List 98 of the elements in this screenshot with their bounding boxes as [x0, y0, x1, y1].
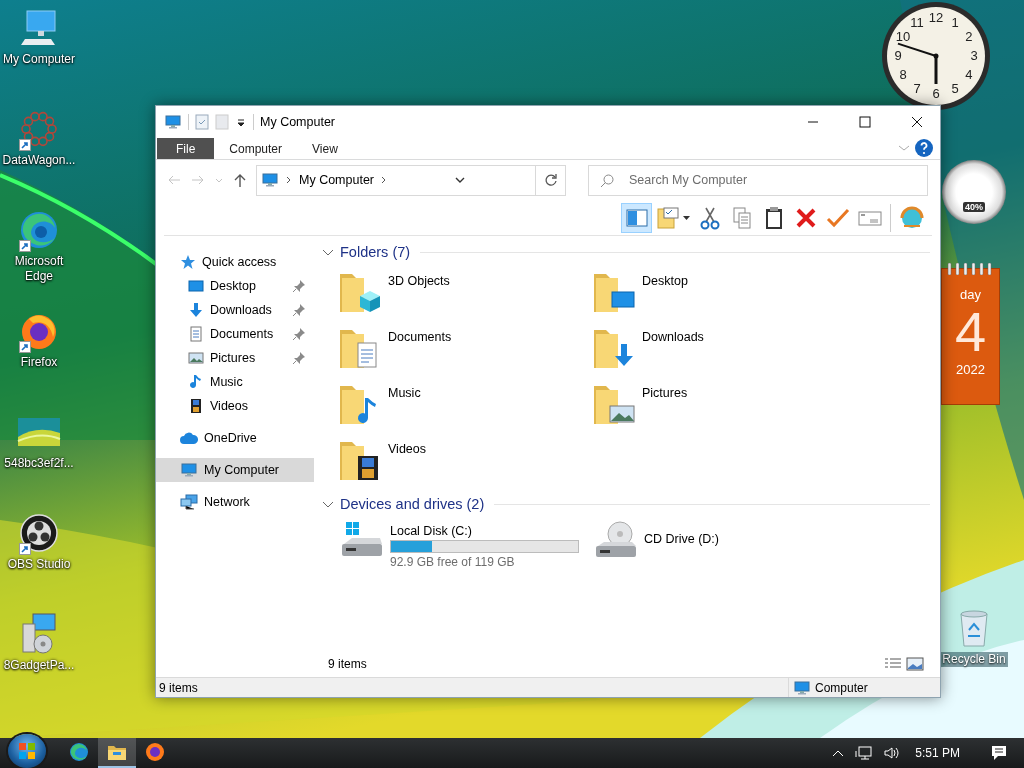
tiles-view-icon	[906, 657, 924, 671]
clock-numeral: 1	[951, 15, 959, 31]
start-button[interactable]	[8, 734, 46, 768]
status-location: Computer	[815, 680, 868, 695]
nav-item[interactable]: My Computer	[156, 458, 314, 482]
item-count: 9 items	[328, 657, 367, 671]
clock-numeral: 10	[895, 29, 911, 44]
desktop-icon-label[interactable]: 548bc3ef2f...	[4, 456, 74, 471]
folder-name[interactable]: Documents	[388, 330, 452, 344]
delete-icon	[794, 206, 817, 229]
browser-icon	[69, 742, 89, 762]
ribbon-tab[interactable]: Computer	[214, 138, 298, 159]
nav-item[interactable]: OneDrive	[156, 426, 314, 450]
cloud-icon	[180, 431, 198, 445]
clock-numeral: 12	[928, 10, 944, 25]
clock-numeral: 6	[932, 86, 940, 101]
desktop-icon-label[interactable]: DataWagon...	[2, 153, 76, 168]
search-icon	[600, 173, 614, 188]
properties-icon[interactable]	[195, 114, 209, 130]
star-icon	[180, 254, 196, 270]
maximize-icon	[859, 116, 871, 128]
address-bar[interactable]: My Computer	[256, 164, 566, 196]
nav-item[interactable]: Quick access	[156, 250, 314, 274]
status-item-count: 9 items	[159, 680, 198, 695]
desktop-icon-label[interactable]: Microsoft Edge	[0, 254, 78, 284]
record-logo-icon	[19, 513, 59, 553]
desktop-icon-label[interactable]: Firefox	[20, 355, 58, 370]
clock-numeral: 3	[970, 48, 978, 63]
clock-numeral: 2	[965, 29, 973, 44]
folder-name[interactable]: Music	[388, 386, 421, 400]
group-title[interactable]: Folders (7)	[340, 244, 411, 260]
calendar-weekday: day	[960, 287, 981, 302]
taskbar-clock[interactable]: 5:51 PM	[915, 746, 960, 760]
folder-name[interactable]: Videos	[388, 442, 426, 456]
clock-numeral: 8	[899, 67, 907, 82]
properties-icon	[656, 205, 680, 230]
folder-icon	[107, 743, 127, 761]
nav-item[interactable]: Videos	[156, 394, 314, 418]
ribbon-tab[interactable]: View	[297, 138, 353, 159]
cpu-reading: 40%	[963, 202, 985, 212]
free-space-text: 92.9 GB free of 119 GB	[390, 555, 516, 569]
network-icon	[180, 494, 198, 510]
clock-numeral: 7	[913, 80, 921, 96]
desktop-icon	[188, 278, 204, 294]
music-note-icon	[188, 374, 204, 390]
ribbon-tab[interactable]: File	[157, 138, 215, 159]
nav-item[interactable]: Documents	[156, 322, 314, 346]
graph-icon	[19, 109, 59, 149]
browser-icon	[145, 742, 165, 762]
speaker-icon	[883, 745, 902, 761]
film-icon	[188, 398, 204, 414]
calendar-year: 2022	[956, 362, 985, 377]
globe-icon	[899, 205, 925, 230]
cut-icon	[699, 205, 720, 230]
picture-icon	[188, 350, 204, 366]
details-view-icon	[884, 657, 902, 671]
nav-item[interactable]: Downloads	[156, 298, 314, 322]
clock-numeral: 9	[894, 48, 902, 63]
message-icon	[990, 744, 1008, 762]
refresh-icon	[543, 173, 558, 187]
folder-name[interactable]: Downloads	[642, 330, 704, 344]
chevron-icon	[285, 174, 293, 186]
network-icon	[855, 745, 874, 761]
nav-item[interactable]: Music	[156, 370, 314, 394]
folder-name[interactable]: Pictures	[642, 386, 688, 400]
clock-numeral: 4	[965, 67, 973, 82]
tiles-view-button[interactable]	[904, 655, 926, 673]
windows-flag-icon	[18, 742, 36, 760]
drive-name[interactable]: Local Disk (C:)	[390, 524, 579, 538]
group-title[interactable]: Devices and drives (2)	[340, 496, 485, 512]
calendar-date: 4	[954, 302, 987, 362]
checkmark-icon	[825, 206, 850, 229]
breadcrumb[interactable]: My Computer	[299, 173, 375, 187]
folder-name[interactable]: 3D Objects	[388, 274, 450, 288]
up-arrow-icon[interactable]	[232, 172, 248, 188]
taskbar-button[interactable]	[98, 738, 136, 768]
caret-icon	[683, 215, 690, 220]
copy-icon	[730, 205, 753, 230]
computer-icon	[164, 114, 182, 130]
computer-icon	[180, 462, 198, 478]
nav-item[interactable]: Network	[156, 490, 314, 514]
clock-numeral: 5	[951, 80, 959, 96]
help-icon[interactable]	[914, 138, 934, 158]
nav-item[interactable]: Desktop	[156, 274, 314, 298]
folder-name[interactable]: Desktop	[642, 274, 688, 288]
search-field[interactable]: Search My Computer	[588, 164, 928, 196]
drive-name[interactable]: CD Drive (D:)	[644, 532, 719, 546]
preview-pane-icon	[625, 207, 648, 228]
clock-numeral: 11	[910, 15, 924, 31]
computer-icon	[793, 679, 811, 696]
document-icon	[188, 326, 204, 342]
computer-icon	[261, 172, 279, 188]
download-icon	[188, 302, 204, 318]
desktop-icon-label[interactable]: My Computer	[3, 52, 75, 67]
close-icon	[911, 116, 923, 128]
window-title: My Computer	[260, 115, 337, 129]
browser-icon	[19, 210, 59, 250]
nav-item[interactable]: Pictures	[156, 346, 314, 370]
